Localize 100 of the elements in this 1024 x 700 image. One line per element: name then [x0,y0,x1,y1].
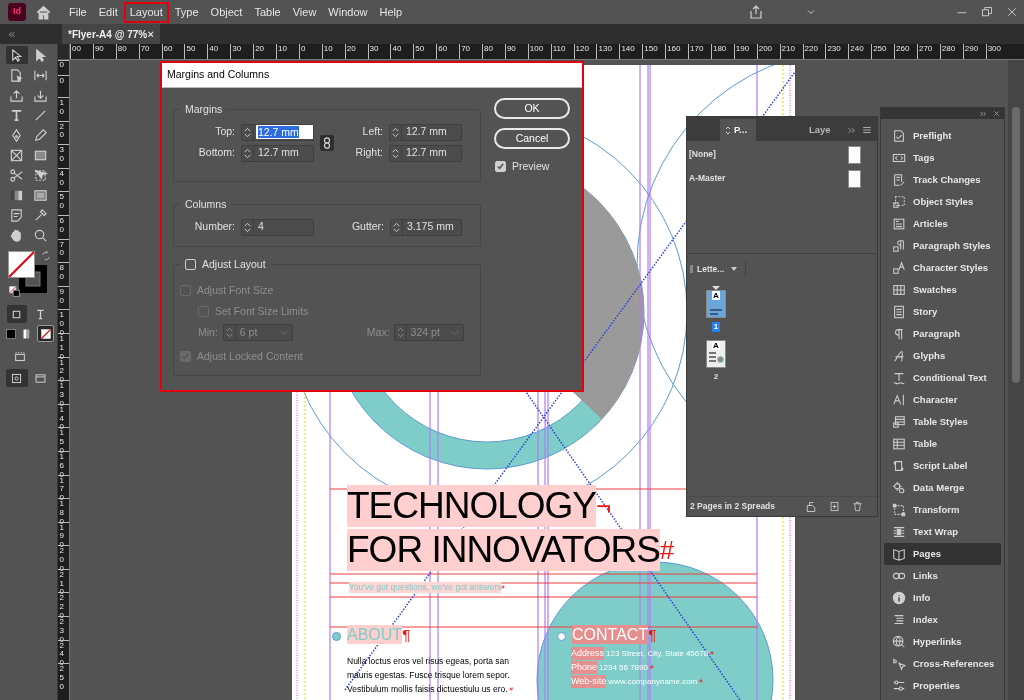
margin-field[interactable]: 12.7 mm [241,144,314,162]
stepper-arrows-icon[interactable] [242,219,254,235]
menu-item[interactable]: View [286,1,323,23]
panel-dock-item[interactable]: Links [884,565,1001,587]
tab-close-button[interactable]: × [147,25,154,43]
menu-item[interactable]: Help [373,1,409,23]
ruler-number: 50 [184,44,208,59]
menu-item[interactable]: File [63,1,93,23]
margin-field[interactable]: 12.7 mm [241,123,314,141]
close-icon[interactable] [993,110,1000,117]
stepper-arrows-icon[interactable] [242,145,254,161]
panel-dock-item[interactable]: Text Wrap [884,521,1001,543]
document-tab[interactable]: *Flyer-A4 @ 77%× [62,24,160,44]
scrollbar-thumb[interactable] [1012,107,1020,383]
master-thumbnail[interactable] [848,169,861,188]
panel-dock-item[interactable]: Info [884,587,1001,609]
stepper-arrows-icon[interactable] [391,219,403,235]
double-chevron-icon[interactable] [847,125,856,135]
panel-dock-item[interactable]: Pages [884,543,1001,565]
checkbox-label: Preview [512,159,550,174]
ruler-number: 20 [59,122,65,142]
panel-dock-item[interactable]: Script Label [884,455,1001,477]
panel-dock-item[interactable]: Data Merge [884,477,1001,499]
menu-item[interactable]: Table [248,1,287,23]
panel-dock-item[interactable]: Hyperlinks [884,631,1001,653]
panel-dock-item[interactable]: Track Changes [884,169,1001,191]
ruler-number: 80 [482,44,505,59]
panel-dock-item[interactable]: Index [884,609,1001,631]
dialog-button[interactable]: Cancel [494,128,570,149]
swap-arrows-icon[interactable] [40,251,51,261]
panel-dock-item[interactable]: Cross-References [884,653,1001,675]
trash-icon[interactable] [852,501,863,512]
panel-dock-item[interactable]: Object Styles [884,191,1001,213]
contact-value: www.companyname.com [608,676,698,688]
home-icon[interactable] [35,3,52,21]
panel-dock-item[interactable]: Transform [884,499,1001,521]
dropdown-arrow-icon[interactable] [731,267,738,271]
panel-dock-item[interactable]: Character Styles [884,257,1001,279]
share-icon[interactable] [748,4,764,20]
master-name[interactable]: A-Master [689,172,726,185]
panel-menu-icon[interactable] [862,125,872,135]
ruler-number: 190 [733,44,757,59]
new-page-icon[interactable] [829,501,840,512]
panel-dock-item[interactable]: Conditional Text [884,367,1001,389]
contact-value: 123 Street, City, State 45678 [606,648,709,660]
field-label: Min: [198,324,218,340]
default-colors-icon[interactable] [8,286,20,297]
apply-none-icon[interactable] [37,325,55,342]
page-size-icon[interactable] [805,500,817,513]
stepper-arrows-icon[interactable] [242,124,254,140]
number-field[interactable]: 4 [241,218,314,236]
panel-dock-item[interactable]: Articles [884,213,1001,235]
panel-dock-item[interactable]: Swatches [884,279,1001,301]
page-number[interactable]: 1 [711,322,721,332]
panel-dock-item[interactable]: Properties [884,675,1001,697]
panel-dock-item[interactable]: Story [884,301,1001,323]
ruler-number: 130 [596,44,620,59]
gutter-field[interactable]: 3.175 mm [390,218,462,236]
stepper-arrows-icon[interactable] [390,145,402,161]
panel-tab[interactable]: P... [720,119,756,141]
panel-dock-item[interactable]: Glyphs [884,345,1001,367]
page-thumbnail[interactable]: A [706,290,726,318]
menu-item[interactable]: Edit [92,1,124,23]
fill-swatch[interactable] [7,251,35,278]
dialog-button[interactable]: OK [494,98,570,119]
menu-item[interactable]: Type [168,1,205,23]
menu-item[interactable]: Layout [123,1,169,23]
menu-item[interactable]: Object [204,1,249,23]
page-number[interactable]: 2 [711,372,721,382]
chain-link-toggle[interactable] [320,134,334,151]
master-name[interactable]: [None] [689,148,716,161]
formatting-container-icon[interactable] [6,305,27,323]
master-prefix-label: A [712,291,720,300]
master-thumbnail[interactable] [848,145,861,164]
panel-dock-item[interactable]: Character [884,389,1001,411]
section-heading: ABOUT [347,625,403,644]
margin-field[interactable]: 12.7 mm [389,123,462,141]
panel-dock-item[interactable]: Paragraph Styles [884,235,1001,257]
close-icon[interactable] [1006,6,1018,18]
stepper-arrows-icon[interactable] [394,325,407,341]
stepper-arrows-icon[interactable] [390,124,402,140]
margin-field[interactable]: 12.7 mm [389,144,462,162]
normal-view-icon[interactable] [5,369,28,387]
ruler-number: 20 [253,44,276,59]
page-thumbnail[interactable]: A [706,340,726,368]
stepper-arrows-icon[interactable] [223,325,236,341]
restore-icon[interactable] [981,6,993,18]
panel-dock-item[interactable]: Table [884,433,1001,455]
panel-dock-item[interactable]: Paragraph [884,323,1001,345]
panel-dock-item[interactable]: Preflight [884,125,1001,147]
menu-item[interactable]: Window [322,1,374,23]
screen-mode-icon[interactable] [12,350,27,364]
open-book-icon [892,547,906,561]
section-dropdown[interactable]: Lette... [697,262,725,276]
hidden-character-mark: ¬ [596,490,612,523]
collapse-arrows-icon[interactable] [7,29,16,39]
panel-dock-item[interactable]: Tags [884,147,1001,169]
panel-dock-item[interactable]: Table Styles [884,411,1001,433]
document-pencil-icon [892,173,906,187]
underlined-letter-icon [892,371,906,385]
